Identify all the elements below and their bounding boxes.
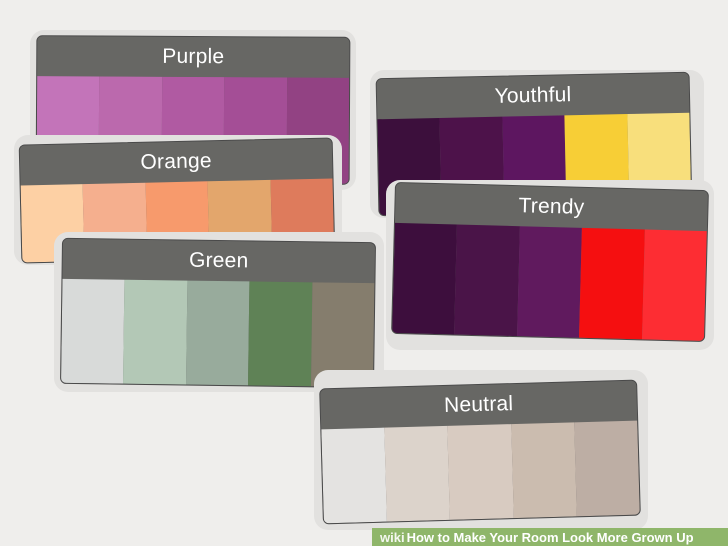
color-swatch [510,422,577,519]
palette-title: Purple [37,36,350,78]
color-swatch [185,280,250,386]
swatch-row [392,222,707,342]
palette-title: Youthful [376,72,690,120]
swatch-row [321,420,640,524]
palette-title: Orange [19,138,333,186]
color-swatch [248,281,313,387]
palette-card-neutral: Neutral [319,379,641,525]
color-swatch [516,226,583,338]
color-swatch [321,427,388,524]
color-swatch [579,227,645,340]
watermark-title: How to Make Your Room Look More Grown Up [406,529,694,545]
color-swatch [392,222,458,335]
palette-card-trendy: Trendy [391,181,709,343]
color-swatch [123,279,188,385]
watermark-banner: wiki How to Make Your Room Look More Gro… [372,528,728,546]
palette-card-green: Green [59,237,377,389]
color-swatch [447,424,514,520]
color-swatch [61,278,125,384]
color-swatch [384,425,451,522]
color-swatch [454,224,520,337]
color-swatch [641,229,707,342]
watermark-brand: wiki [380,529,405,545]
palette-title: Green [62,238,375,284]
color-swatch [574,420,640,517]
